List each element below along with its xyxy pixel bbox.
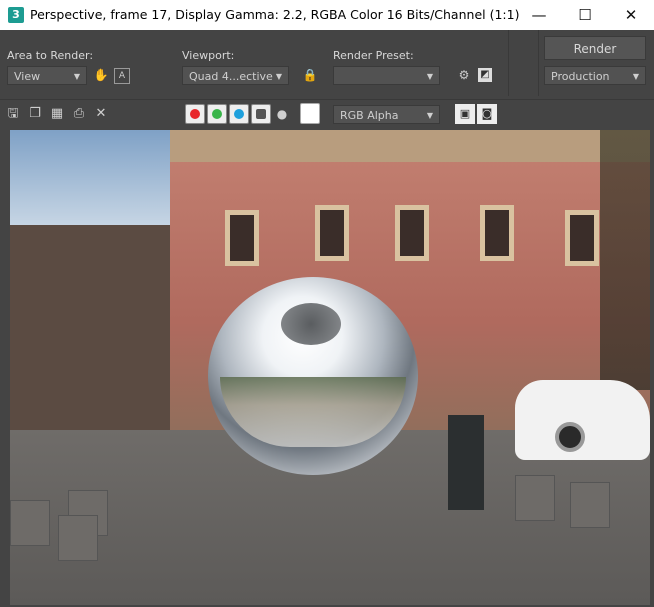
building-window — [565, 210, 599, 266]
render-preset-label: Render Preset: — [333, 49, 414, 62]
print-icon[interactable]: ⎙ — [70, 105, 88, 123]
render-frame-window: 3 Perspective, frame 17, Display Gamma: … — [0, 0, 654, 607]
chevron-down-icon: ▼ — [426, 111, 433, 120]
viewport-dropdown[interactable]: Quad 4...ective ▼ — [182, 66, 289, 85]
app-icon: 3 — [8, 7, 24, 23]
white-car — [515, 380, 650, 460]
window-title: Perspective, frame 17, Display Gamma: 2.… — [30, 7, 520, 22]
render-settings-panel: Area to Render: View ▼ ✋ A Viewport: Qua… — [0, 30, 654, 98]
pan-icon[interactable]: ✋ — [92, 66, 110, 84]
bollard — [58, 515, 98, 561]
sphere-reflection-bottom — [220, 377, 406, 447]
toggle-overlay-icon[interactable]: ◙ — [477, 104, 497, 124]
chevron-down-icon: ▼ — [73, 72, 80, 81]
close-button[interactable]: ✕ — [608, 0, 654, 30]
channel-display-dropdown[interactable]: RGB Alpha ▼ — [333, 105, 440, 124]
alpha-icon — [256, 109, 266, 119]
lock-icon[interactable]: 🔒 — [301, 66, 319, 84]
blue-channel-toggle[interactable] — [229, 104, 249, 124]
save-icon[interactable]: 🖫 — [4, 105, 22, 123]
render-preset-dropdown[interactable]: ▼ — [333, 66, 440, 85]
panel-divider — [538, 30, 539, 96]
red-channel-toggle[interactable] — [185, 104, 205, 124]
green-dot-icon — [212, 109, 222, 119]
bollard — [10, 500, 50, 546]
swatch-icon[interactable] — [300, 103, 320, 124]
frame-toolbar: 🖫 ❐ ▦ ⎙ ✕ ● RGB Alpha ▼ ▣ ◙ — [0, 99, 654, 128]
blue-dot-icon — [234, 109, 244, 119]
clear-icon[interactable]: ✕ — [92, 105, 110, 123]
building-window — [480, 205, 514, 261]
building-window — [395, 205, 429, 261]
minimize-button[interactable]: — — [516, 0, 562, 30]
chrome-sphere — [208, 277, 418, 475]
copy-icon[interactable]: ❐ — [26, 105, 44, 123]
production-value: Production — [551, 70, 610, 83]
mono-icon[interactable]: ● — [273, 105, 291, 123]
trash-bin — [448, 415, 484, 510]
palm-tree — [600, 130, 650, 390]
area-to-render-label: Area to Render: — [7, 49, 94, 62]
green-channel-toggle[interactable] — [207, 104, 227, 124]
building-window — [225, 210, 259, 266]
chevron-down-icon: ▼ — [426, 72, 433, 81]
bollard — [515, 475, 555, 521]
env-settings-icon[interactable]: ⚙ — [455, 66, 473, 84]
toggle-ui-icon[interactable]: ▣ — [455, 104, 475, 124]
clone-icon[interactable]: ▦ — [48, 105, 66, 123]
title-bar[interactable]: 3 Perspective, frame 17, Display Gamma: … — [0, 0, 654, 30]
bollard — [570, 482, 610, 528]
production-dropdown[interactable]: Production ▼ — [544, 66, 646, 85]
panel-divider — [508, 30, 509, 96]
gamma-icon[interactable]: ◩ — [478, 68, 492, 82]
maximize-button[interactable]: ☐ — [562, 0, 608, 30]
red-dot-icon — [190, 109, 200, 119]
chevron-down-icon: ▼ — [275, 72, 282, 81]
sphere-reflection-top — [281, 303, 341, 345]
rendered-image[interactable] — [10, 130, 650, 605]
alpha-channel-toggle[interactable] — [251, 104, 271, 124]
viewport-label: Viewport: — [182, 49, 235, 62]
auto-region-icon[interactable]: A — [114, 68, 130, 84]
building-cornice — [170, 130, 650, 162]
render-button[interactable]: Render — [544, 36, 646, 60]
chevron-down-icon: ▼ — [632, 72, 639, 81]
viewport-value: Quad 4...ective — [189, 70, 273, 83]
area-to-render-value: View — [14, 70, 41, 83]
car-wheel — [555, 422, 585, 452]
building-window — [315, 205, 349, 261]
area-to-render-dropdown[interactable]: View ▼ — [7, 66, 87, 85]
channel-display-value: RGB Alpha — [340, 109, 399, 122]
